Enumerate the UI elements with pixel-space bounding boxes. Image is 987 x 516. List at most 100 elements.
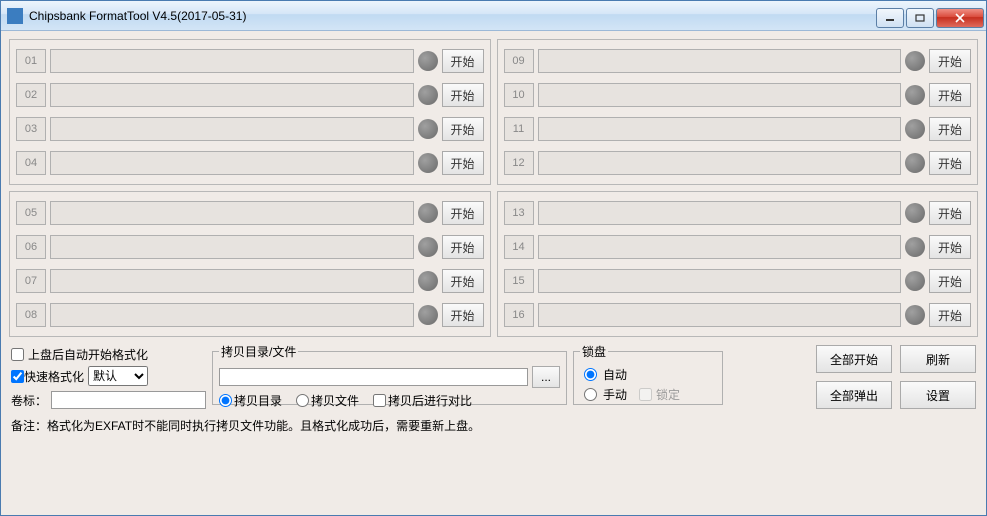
status-dot-icon — [418, 305, 438, 325]
slot-number: 06 — [16, 235, 46, 259]
lock-group: 锁盘 自动 手动 锁定 — [573, 343, 723, 405]
slot-start-button[interactable]: 开始 — [442, 201, 484, 225]
slot-status-field — [538, 235, 902, 259]
slot-start-button[interactable]: 开始 — [442, 83, 484, 107]
slot-row-12: 12 开始 — [504, 148, 972, 178]
lock-manual-label: 手动 — [603, 386, 627, 403]
slot-start-button[interactable]: 开始 — [929, 117, 971, 141]
copy-dir-radio[interactable] — [219, 394, 232, 407]
slot-number: 16 — [504, 303, 534, 327]
quick-format-label: 快速格式化 — [24, 368, 84, 385]
slot-row-07: 07 开始 — [16, 266, 484, 296]
slot-status-field — [50, 83, 414, 107]
status-dot-icon — [418, 85, 438, 105]
slot-panel-3: 05开始 06 开始 07 开始 08 开始 — [9, 191, 491, 337]
slot-start-button[interactable]: 开始 — [442, 303, 484, 327]
copy-group: 拷贝目录/文件 ... 拷贝目录 拷贝文件 拷贝后进行对比 — [212, 343, 567, 405]
status-dot-icon — [418, 271, 438, 291]
slot-start-button[interactable]: 开始 — [929, 235, 971, 259]
slot-row-11: 11 开始 — [504, 114, 972, 144]
slot-status-field — [50, 303, 414, 327]
status-dot-icon — [905, 203, 925, 223]
minimize-button[interactable] — [876, 8, 904, 28]
slot-start-button[interactable]: 开始 — [442, 235, 484, 259]
lock-manual-radio[interactable] — [584, 388, 597, 401]
slot-status-field — [538, 49, 902, 73]
slot-row-02: 02开始 — [16, 80, 484, 110]
slot-row-09: 09 开始 — [504, 46, 972, 76]
slot-row-10: 10开始 — [504, 80, 972, 110]
copy-dir-label: 拷贝目录 — [234, 392, 282, 409]
slot-row-08: 08 开始 — [16, 300, 484, 330]
status-dot-icon — [418, 237, 438, 257]
status-dot-icon — [418, 203, 438, 223]
settings-button[interactable]: 设置 — [900, 381, 976, 409]
lock-lock-label: 锁定 — [656, 386, 680, 403]
slot-number: 01 — [16, 49, 46, 73]
slot-start-button[interactable]: 开始 — [929, 151, 971, 175]
status-dot-icon — [905, 237, 925, 257]
status-dot-icon — [418, 51, 438, 71]
eject-all-button[interactable]: 全部弹出 — [816, 381, 892, 409]
slot-panel-2: 09开始10开始11开始12开始 — [497, 39, 979, 185]
copy-file-label: 拷贝文件 — [311, 392, 359, 409]
slot-number: 15 — [504, 269, 534, 293]
slot-number: 04 — [16, 151, 46, 175]
auto-format-checkbox[interactable] — [11, 348, 24, 361]
slot-number: 03 — [16, 117, 46, 141]
slot-row-14: 14 开始 — [504, 232, 972, 262]
app-icon — [7, 8, 23, 24]
slot-number: 14 — [504, 235, 534, 259]
slot-number: 09 — [504, 49, 534, 73]
slot-number: 12 — [504, 151, 534, 175]
status-dot-icon — [905, 51, 925, 71]
slot-number: 11 — [504, 117, 534, 141]
quick-format-select[interactable]: 默认 — [88, 366, 148, 386]
copy-legend: 拷贝目录/文件 — [219, 343, 298, 360]
slot-status-field — [50, 49, 414, 73]
slot-row-13: 13开始 — [504, 198, 972, 228]
lock-legend: 锁盘 — [580, 343, 608, 360]
refresh-button[interactable]: 刷新 — [900, 345, 976, 373]
slot-panel-1: 01开始02开始03开始04开始 — [9, 39, 491, 185]
status-dot-icon — [905, 153, 925, 173]
slot-status-field — [50, 201, 414, 225]
slot-start-button[interactable]: 开始 — [442, 269, 484, 293]
copy-compare-checkbox[interactable] — [373, 394, 386, 407]
slot-status-field — [538, 303, 902, 327]
slot-start-button[interactable]: 开始 — [929, 303, 971, 327]
slot-row-01: 01 开始 — [16, 46, 484, 76]
titlebar: Chipsbank FormatTool V4.5(2017-05-31) — [1, 1, 986, 31]
lock-lock-checkbox — [639, 388, 652, 401]
maximize-button[interactable] — [906, 8, 934, 28]
window-title: Chipsbank FormatTool V4.5(2017-05-31) — [29, 9, 246, 23]
slot-start-button[interactable]: 开始 — [929, 83, 971, 107]
slot-status-field — [50, 117, 414, 141]
volume-label-input[interactable] — [51, 391, 206, 409]
slot-row-05: 05开始 — [16, 198, 484, 228]
start-all-button[interactable]: 全部开始 — [816, 345, 892, 373]
slot-row-06: 06 开始 — [16, 232, 484, 262]
slot-start-button[interactable]: 开始 — [442, 117, 484, 141]
copy-file-radio[interactable] — [296, 394, 309, 407]
quick-format-checkbox[interactable] — [11, 370, 24, 383]
browse-button[interactable]: ... — [532, 366, 560, 388]
copy-path-input[interactable] — [219, 368, 528, 386]
slot-panel-4: 13开始 14 开始 15 开始 16 开始 — [497, 191, 979, 337]
slot-number: 08 — [16, 303, 46, 327]
slot-start-button[interactable]: 开始 — [929, 269, 971, 293]
slot-status-field — [50, 235, 414, 259]
slot-status-field — [50, 151, 414, 175]
slot-start-button[interactable]: 开始 — [442, 151, 484, 175]
lock-auto-label: 自动 — [603, 366, 627, 383]
lock-auto-radio[interactable] — [584, 368, 597, 381]
slot-row-15: 15 开始 — [504, 266, 972, 296]
status-dot-icon — [905, 305, 925, 325]
slot-start-button[interactable]: 开始 — [442, 49, 484, 73]
slot-number: 07 — [16, 269, 46, 293]
slot-row-16: 16 开始 — [504, 300, 972, 330]
slot-start-button[interactable]: 开始 — [929, 49, 971, 73]
close-button[interactable] — [936, 8, 984, 28]
slot-start-button[interactable]: 开始 — [929, 201, 971, 225]
status-dot-icon — [905, 119, 925, 139]
